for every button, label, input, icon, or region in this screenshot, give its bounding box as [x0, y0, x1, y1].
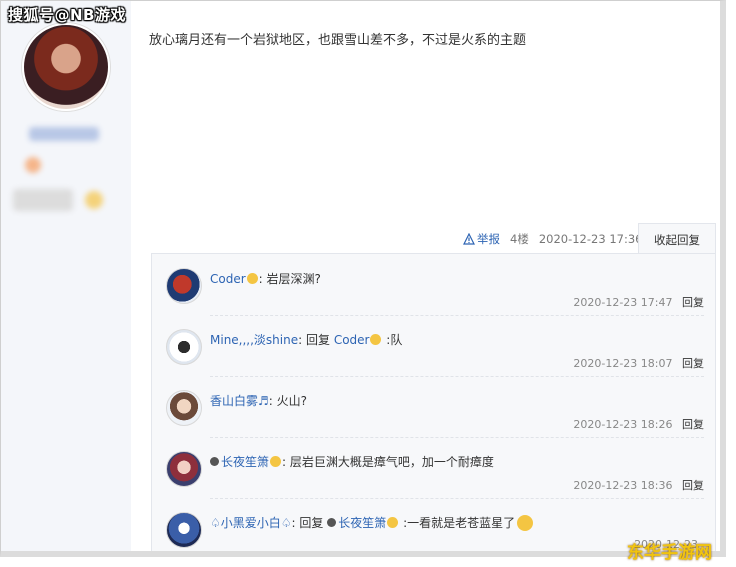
reply-username[interactable]: Mine,,,,淡shine [210, 331, 298, 348]
post-content: 放心璃月还有一个岩狱地区，也跟雪山差不多，不过是火系的主题 [149, 33, 527, 48]
reply-username[interactable]: Coder [210, 272, 246, 286]
reply-meta: 2020-12-23 18:26 回复 [573, 416, 704, 432]
reply-time: 2020-12-23 17:47 [573, 296, 673, 309]
reply-username[interactable]: 香山白雾 [210, 392, 258, 409]
reply-target-user[interactable]: 长夜笙箫 [338, 514, 386, 531]
smiley-icon [370, 334, 382, 345]
report-label: 举报 [477, 232, 500, 246]
reply-username[interactable]: 长夜笙箫 [221, 453, 269, 470]
divider [210, 376, 704, 377]
reply-text: : 火山? [268, 394, 308, 408]
reply-prefix: : 回复 [298, 333, 334, 347]
reply-text: :一看就是老苍蓝星了 [399, 516, 516, 530]
reply-button[interactable]: 回复 [682, 418, 704, 431]
blurred-badge [25, 157, 41, 173]
reply-item: 香山白雾 ♬ : 火山? 2020-12-23 18:26 回复 [164, 378, 704, 438]
spade-icon: ♤ [280, 515, 292, 530]
blurred-level [13, 189, 73, 211]
reply-time: 2020-12-23 18:07 [573, 357, 673, 370]
watermark-bottom-right: 东华手游网 [627, 543, 712, 563]
reply-avatar[interactable] [166, 268, 202, 304]
music-note-icon: ♬ [258, 393, 269, 408]
reply-username[interactable]: 小黑爱小白 [221, 514, 281, 531]
reply-text: : 层岩巨渊大概是瘴气吧，加一个耐瘴度 [282, 455, 494, 469]
floor-number: 4楼 [510, 232, 529, 246]
grin-emoji-icon [517, 514, 534, 531]
reply-line: Coder : 岩层深渊? [210, 270, 321, 287]
reply-avatar[interactable] [166, 329, 202, 365]
reply-item: 长夜笙箫 : 层岩巨渊大概是瘴气吧，加一个耐瘴度 2020-12-23 18:3… [164, 439, 704, 499]
reply-time: 2020-12-23 18:26 [573, 418, 673, 431]
reply-item: Coder : 岩层深渊? 2020-12-23 17:47 回复 [164, 256, 704, 316]
reply-target-user[interactable]: Coder [334, 333, 370, 347]
reply-text: : 岩层深渊? [258, 272, 321, 286]
smiley-icon [270, 456, 282, 467]
divider [210, 437, 704, 438]
reply-avatar[interactable] [166, 512, 202, 548]
reply-line: Mine,,,,淡shine : 回复 Coder :队 [210, 331, 402, 348]
reply-text: :队 [382, 333, 403, 347]
reply-item: ♤ 小黑爱小白 ♤ : 回复 长夜笙箫 :一看就是老苍蓝星了 2020-12-2… [164, 500, 704, 551]
reply-avatar[interactable] [166, 390, 202, 426]
spade-icon: ♤ [210, 515, 221, 530]
divider [210, 498, 704, 499]
user-sidebar [1, 1, 131, 551]
reply-line: ♤ 小黑爱小白 ♤ : 回复 长夜笙箫 :一看就是老苍蓝星了 [210, 514, 534, 531]
post-time: 2020-12-23 17:36 [538, 232, 643, 246]
reply-line: 长夜笙箫 : 层岩巨渊大概是瘴气吧，加一个耐瘴度 [210, 453, 494, 470]
reply-meta: 2020-12-23 18:36 回复 [573, 477, 704, 493]
reply-list: Coder : 岩层深渊? 2020-12-23 17:47 回复 Mine,,… [151, 253, 716, 551]
post-meta: 举报 4楼 2020-12-23 17:36 [463, 231, 642, 247]
collapse-replies-button[interactable]: 收起回复 [638, 223, 716, 253]
blurred-username [29, 127, 99, 141]
reply-button[interactable]: 回复 [682, 296, 704, 309]
divider [210, 315, 704, 316]
watermark-top-left: 搜狐号@NB游戏 [8, 6, 126, 24]
blurred-emblem [85, 191, 103, 209]
reply-meta: 2020-12-23 18:07 回复 [573, 355, 704, 371]
reply-item: Mine,,,,淡shine : 回复 Coder :队 2020-12-23 … [164, 317, 704, 377]
reply-prefix: : 回复 [291, 516, 328, 530]
poster-avatar[interactable] [22, 23, 110, 111]
screenshot-frame: 放心璃月还有一个岩狱地区，也跟雪山差不多，不过是火系的主题 举报 4楼 2020… [0, 0, 726, 557]
reply-avatar[interactable] [166, 451, 202, 487]
reply-time: 2020-12-23 18:36 [573, 479, 673, 492]
smiley-icon [387, 517, 399, 528]
report-link[interactable]: 举报 [463, 231, 500, 247]
user-badge-icon [327, 518, 337, 527]
user-badge-icon [210, 457, 219, 466]
warning-icon [463, 233, 475, 245]
reply-button[interactable]: 回复 [682, 357, 704, 370]
reply-button[interactable]: 回复 [682, 479, 704, 492]
reply-meta: 2020-12-23 17:47 回复 [573, 294, 704, 310]
smiley-icon [246, 273, 258, 284]
reply-line: 香山白雾 ♬ : 火山? [210, 392, 307, 409]
